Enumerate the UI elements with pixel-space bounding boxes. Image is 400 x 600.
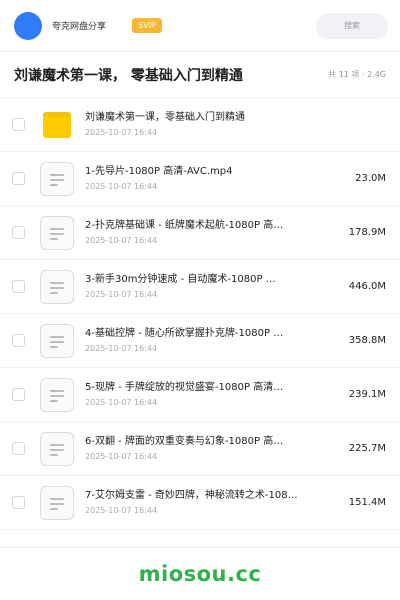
file-date: 2025-10-07 16:44 <box>85 398 158 407</box>
file-icon <box>40 485 74 520</box>
file-size: 178.9M <box>348 227 386 238</box>
share-header: 夸克网盘分享 SVIP 搜索 <box>0 0 400 52</box>
avatar[interactable] <box>14 11 42 40</box>
item-count: 共 11 项 · 2.4G <box>328 70 386 79</box>
select-checkbox[interactable] <box>12 118 25 131</box>
file-size: 358.8M <box>348 335 386 346</box>
list-item[interactable]: 刘谦魔术第一课，零基础入门到精通 2025-10-07 16:44 <box>0 98 400 152</box>
select-checkbox[interactable] <box>12 334 25 347</box>
file-name[interactable]: 4-基础控牌 - 随心所欲掌握扑克牌-1080P … <box>85 327 310 341</box>
select-checkbox[interactable] <box>12 226 25 239</box>
select-checkbox[interactable] <box>12 388 25 401</box>
svip-badge: SVIP <box>132 18 162 33</box>
file-name[interactable]: 1-先导片-1080P 高清-AVC.mp4 <box>85 165 310 179</box>
select-checkbox[interactable] <box>12 172 25 185</box>
file-name[interactable]: 5-现牌 - 手牌绽放的视觉盛宴-1080P 高清… <box>85 381 310 395</box>
file-icon <box>40 323 74 358</box>
title-bar: 刘谦魔术第一课， 零基础入门到精通 共 11 项 · 2.4G <box>0 52 400 98</box>
share-name: 夸克网盘分享 <box>52 22 107 32</box>
file-date: 2025-10-07 16:44 <box>85 290 158 299</box>
list-item[interactable]: 7-艾尔姆支雷 - 奇妙四牌，神秘流转之术-108… 2025-10-07 16… <box>0 476 400 530</box>
file-list: 刘谦魔术第一课，零基础入门到精通 2025-10-07 16:44 1-先导片-… <box>0 98 400 530</box>
file-date: 2025-10-07 16:44 <box>85 452 158 461</box>
file-icon <box>40 377 74 412</box>
file-name[interactable]: 7-艾尔姆支雷 - 奇妙四牌，神秘流转之术-108… <box>85 489 310 503</box>
select-checkbox[interactable] <box>12 442 25 455</box>
list-item[interactable]: 1-先导片-1080P 高清-AVC.mp4 2025-10-07 16:44 … <box>0 152 400 206</box>
file-date: 2025-10-07 16:44 <box>85 344 158 353</box>
page-title: 刘谦魔术第一课， 零基础入门到精通 <box>14 67 243 84</box>
file-name[interactable]: 3-新手30m分钟速成 - 自动魔术-1080P … <box>85 273 310 287</box>
list-item[interactable]: 2-扑克牌基础课 - 纸牌魔术起航-1080P 高… 2025-10-07 16… <box>0 206 400 260</box>
file-date: 2025-10-07 16:44 <box>85 236 158 245</box>
list-item[interactable]: 6-双翻 - 牌面的双重变奏与幻象-1080P 高… 2025-10-07 16… <box>0 422 400 476</box>
list-item[interactable]: 4-基础控牌 - 随心所欲掌握扑克牌-1080P … 2025-10-07 16… <box>0 314 400 368</box>
file-name[interactable]: 2-扑克牌基础课 - 纸牌魔术起航-1080P 高… <box>85 219 310 233</box>
file-date: 2025-10-07 16:44 <box>85 128 158 137</box>
file-size: 446.0M <box>348 281 386 292</box>
file-name[interactable]: 刘谦魔术第一课，零基础入门到精通 <box>85 111 310 125</box>
list-item[interactable]: 5-现牌 - 手牌绽放的视觉盛宴-1080P 高清… 2025-10-07 16… <box>0 368 400 422</box>
file-icon <box>40 431 74 466</box>
file-size: 239.1M <box>348 389 386 400</box>
file-icon <box>40 161 74 196</box>
file-size: 225.7M <box>348 443 386 454</box>
file-date: 2025-10-07 16:44 <box>85 182 158 191</box>
footer: miosou.cc <box>0 547 400 600</box>
list-item[interactable]: 3-新手30m分钟速成 - 自动魔术-1080P … 2025-10-07 16… <box>0 260 400 314</box>
file-size: 151.4M <box>348 497 386 508</box>
file-icon <box>40 269 74 304</box>
select-checkbox[interactable] <box>12 280 25 293</box>
search-input[interactable]: 搜索 <box>316 12 388 39</box>
file-icon <box>40 215 74 250</box>
file-name[interactable]: 6-双翻 - 牌面的双重变奏与幻象-1080P 高… <box>85 435 310 449</box>
file-size: 23.0M <box>355 173 386 184</box>
site-brand[interactable]: miosou.cc <box>139 562 262 586</box>
file-date: 2025-10-07 16:44 <box>85 506 158 515</box>
folder-icon <box>40 108 74 142</box>
select-checkbox[interactable] <box>12 496 25 509</box>
